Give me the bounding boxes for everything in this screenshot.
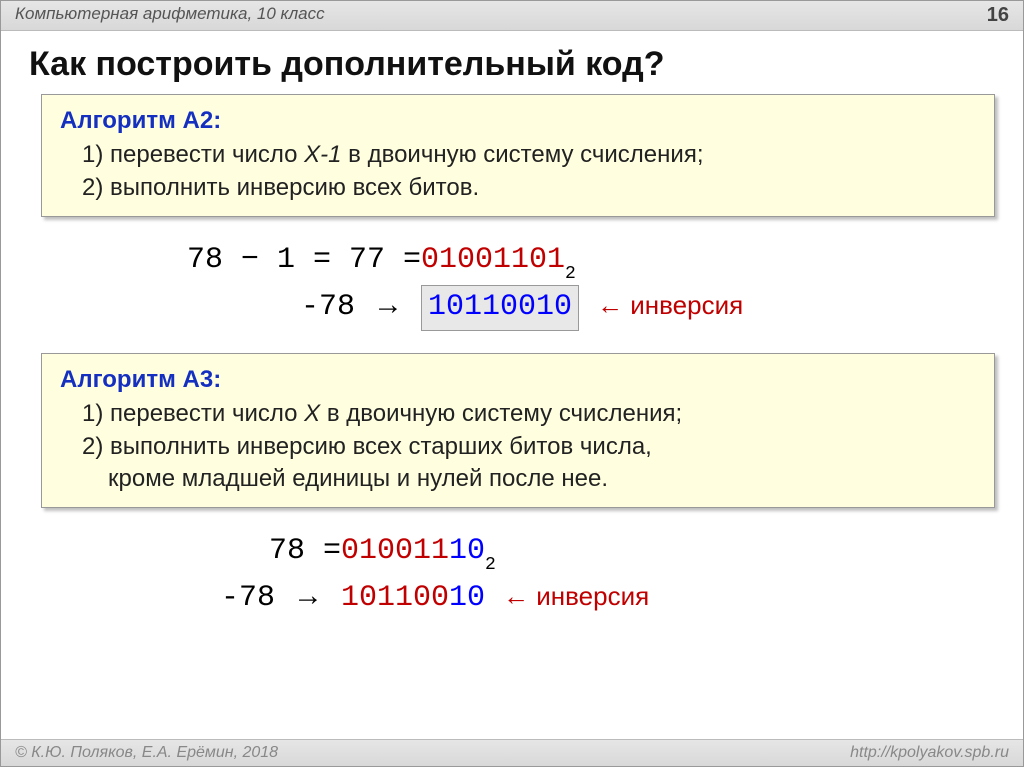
algo-a3-var: X (304, 400, 320, 427)
algo-a3-line3: кроме младшей единицы и нулей после нее. (60, 463, 976, 495)
calc2-row1-bits-red: 10011 (359, 534, 449, 568)
calc2-inv-text: инверсия (529, 581, 649, 611)
footer-bar: © К.Ю. Поляков, Е.А. Ерёмин, 2018 http:/… (1, 739, 1023, 766)
algo-a2-line2: 2) выполнить инверсию всех битов. (60, 172, 976, 204)
course-title: Компьютерная арифметика, 10 класс (15, 4, 325, 24)
algo-a3-box: Алгоритм А3: 1) перевести число X в двои… (41, 353, 995, 509)
calc2-row1-lead: 0 (341, 534, 359, 568)
arrow-left-icon-2: ← (503, 581, 529, 611)
footer-url: http://kpolyakov.spb.ru (850, 744, 1009, 762)
calc1-row1-lhs: 78 − 1 = 77 = (101, 239, 421, 283)
arrow-right-icon: → (373, 288, 403, 321)
calc1-row2-neg: -78 (301, 290, 373, 324)
calc2-row1: 78 = 010011102 (181, 530, 995, 574)
calc2-row2-lhs: -78 → (181, 574, 341, 621)
algo-a2-line1-post: в двоичную систему счисления; (342, 141, 704, 168)
calc1-inv-text: инверсия (623, 290, 743, 320)
calc1-inv-label: ← инверсия (597, 287, 743, 325)
content: Алгоритм А2: 1) перевести число X-1 в дв… (1, 94, 1023, 739)
calc1-row2-lhs: -78 → (101, 283, 421, 330)
calc2-inv-label: ← инверсия (503, 578, 649, 616)
calc1-row1-bin: 010011012 (421, 239, 576, 283)
calc1-row1-lead: 0 (421, 243, 439, 277)
calc1-row2: -78 → 10110010 ← инверсия (101, 283, 995, 331)
algo-a2-line1-pre: 1) перевести число (82, 141, 304, 168)
header-bar: Компьютерная арифметика, 10 класс 16 (1, 1, 1023, 31)
calc2-row2: -78 → 10110010 ← инверсия (181, 574, 995, 621)
algo-a2-title: Алгоритм А2: (60, 105, 976, 137)
calc2-row2-bits-blue: 10 (449, 581, 485, 615)
calc1-result-box: 10110010 (421, 285, 579, 331)
algo-a2-box: Алгоритм А2: 1) перевести число X-1 в дв… (41, 94, 995, 217)
calc2-row2-bits-red: 101100 (341, 581, 449, 615)
arrow-right-icon-2: → (293, 579, 323, 612)
algo-a3-line1-post: в двоичную систему счисления; (320, 400, 682, 427)
calc2-row1-bin: 010011102 (341, 530, 496, 574)
page-number: 16 (987, 4, 1009, 27)
arrow-left-icon: ← (597, 290, 623, 320)
calc2-row2-neg: -78 (221, 581, 293, 615)
calc2-row1-bits-blue: 10 (449, 534, 485, 568)
calc1-row1: 78 − 1 = 77 = 010011012 (101, 239, 995, 283)
algo-a3-line1-pre: 1) перевести число (82, 400, 304, 427)
copyright: © К.Ю. Поляков, Е.А. Ерёмин, 2018 (15, 744, 278, 762)
calc2-row2-bin: 10110010 (341, 577, 485, 621)
algo-a3-title: Алгоритм А3: (60, 364, 976, 396)
calc2-row1-lhs: 78 = (181, 530, 341, 574)
slide: Компьютерная арифметика, 10 класс 16 Как… (0, 0, 1024, 767)
calc2-row1-sub: 2 (485, 555, 496, 575)
calc1: 78 − 1 = 77 = 010011012 -78 → 10110010 ←… (41, 239, 995, 331)
algo-a3-line2: 2) выполнить инверсию всех старших битов… (60, 431, 976, 463)
algo-a2-line1: 1) перевести число X-1 в двоичную систем… (60, 139, 976, 171)
calc1-row1-sub: 2 (565, 264, 576, 284)
calc2: 78 = 010011102 -78 → 10110010 ← инверсия (41, 530, 995, 621)
algo-a3-line1: 1) перевести число X в двоичную систему … (60, 398, 976, 430)
calc1-row1-bits: 1001101 (439, 243, 565, 277)
page-title: Как построить дополнительный код? (1, 31, 1023, 94)
algo-a2-var: X-1 (304, 141, 341, 168)
